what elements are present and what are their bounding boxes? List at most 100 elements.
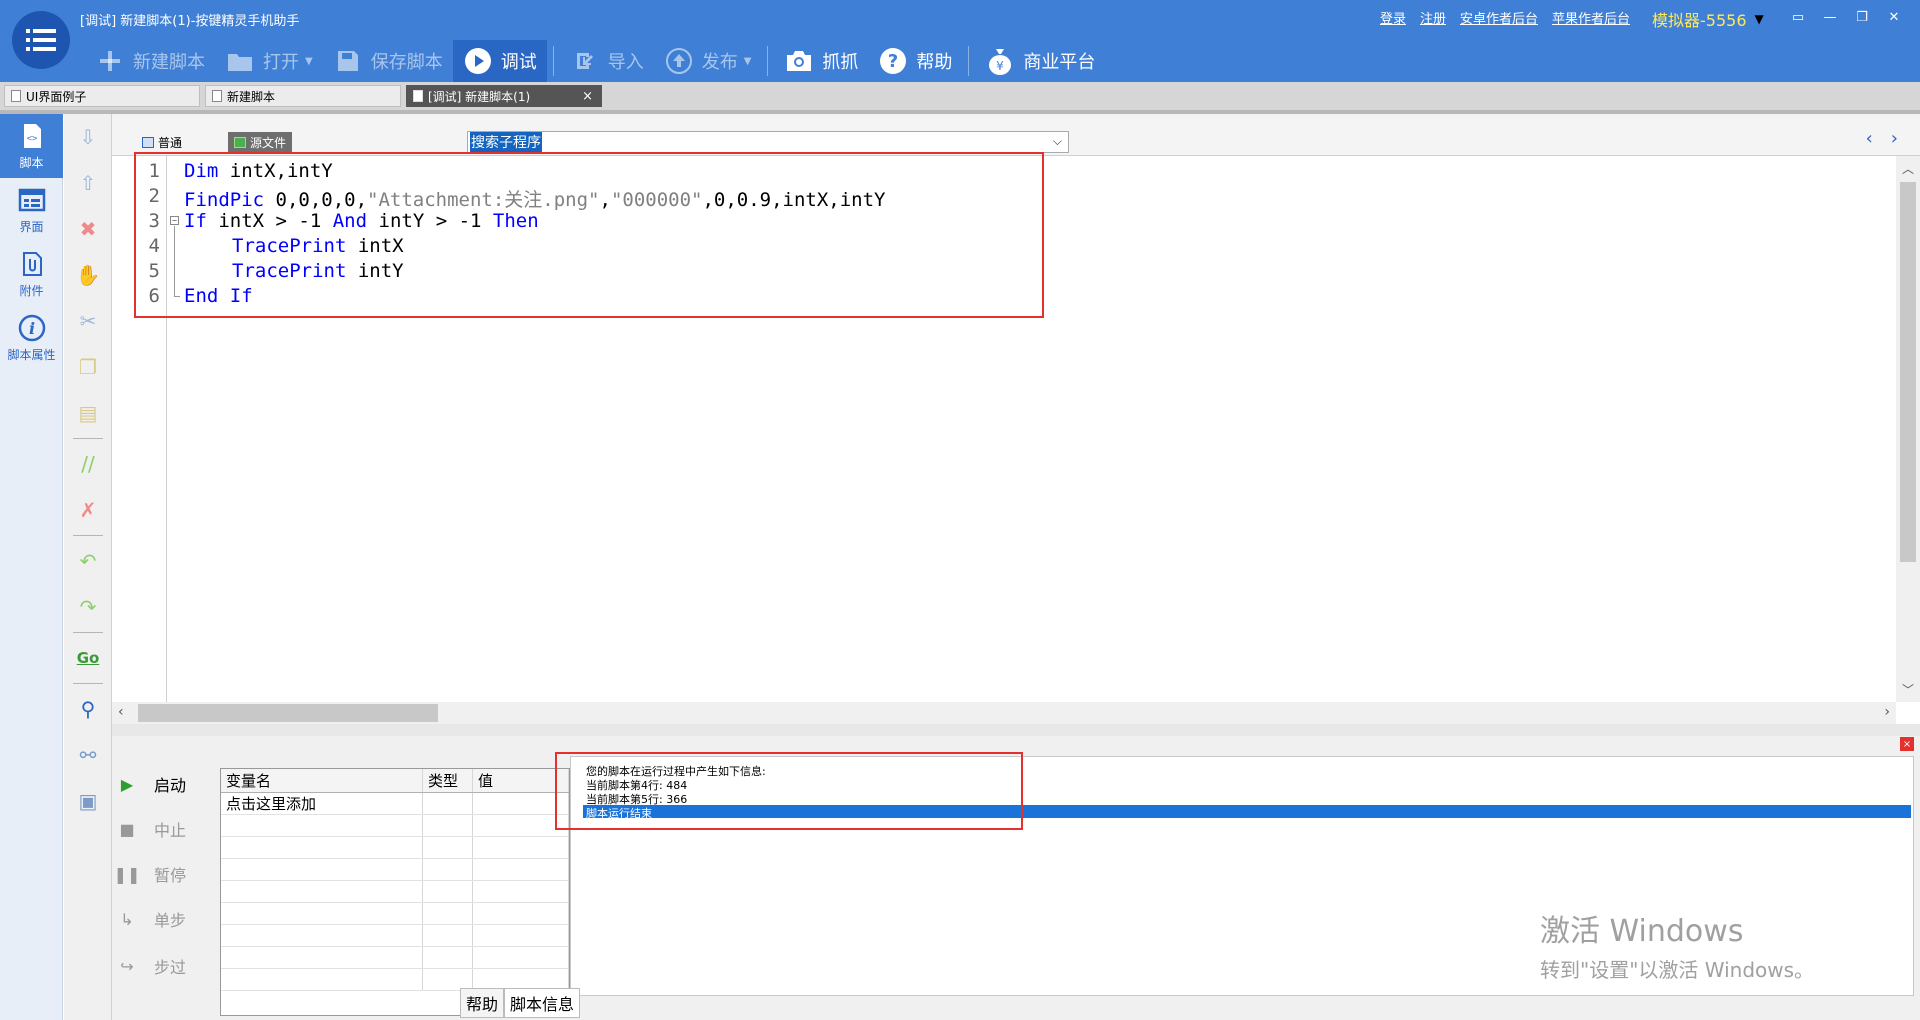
replace-icon[interactable]: ⚯: [64, 732, 112, 778]
apple-author-link[interactable]: 苹果作者后台: [1552, 8, 1630, 27]
publish-button[interactable]: 发布 ▼: [654, 40, 762, 82]
mode-source-tab[interactable]: 源文件: [228, 132, 293, 152]
scroll-right-icon[interactable]: ›: [1884, 704, 1890, 720]
tab-debug-new-script[interactable]: [调试] 新建脚本(1) ×: [406, 85, 602, 107]
mode-source-label: 源文件: [250, 135, 287, 150]
sidebar-item-label: 附件: [19, 283, 44, 298]
cut-icon[interactable]: ✂: [64, 298, 112, 344]
sidebar-item-properties[interactable]: i 脚本属性: [0, 306, 63, 370]
start-button[interactable]: ▶ 启动: [120, 772, 186, 796]
capture-button[interactable]: 抓抓: [774, 40, 868, 82]
close-tab-icon[interactable]: ×: [582, 89, 593, 104]
register-link[interactable]: 注册: [1420, 8, 1446, 27]
login-link[interactable]: 登录: [1380, 8, 1406, 27]
goto-icon[interactable]: Go: [64, 635, 112, 681]
open-label: 打开: [263, 52, 299, 73]
horizontal-scrollbar[interactable]: ‹ ›: [112, 702, 1896, 724]
play-circle-icon: [463, 46, 493, 76]
scroll-thumb[interactable]: [138, 704, 438, 722]
pause-label: 暂停: [154, 866, 187, 885]
help-button[interactable]: ? 帮助: [868, 40, 962, 82]
vertical-scrollbar[interactable]: ︿ ﹀: [1896, 156, 1920, 702]
scroll-down-icon[interactable]: ﹀: [1902, 681, 1914, 698]
mode-normal-tab[interactable]: 普通: [136, 132, 188, 152]
sidebar-item-attachment[interactable]: 附件: [0, 242, 63, 306]
sidebar-item-script[interactable]: <> 脚本: [0, 114, 63, 178]
bookmark-icon[interactable]: ▣: [64, 778, 112, 824]
delete-icon[interactable]: ✖: [64, 206, 112, 252]
tab-script-info[interactable]: 脚本信息: [504, 988, 581, 1018]
monitor-icon: [142, 136, 154, 148]
pause-button[interactable]: ❚❚ 暂停: [114, 862, 187, 886]
sidebar-item-label: 界面: [19, 219, 44, 234]
tab-label: [调试] 新建脚本(1): [428, 89, 531, 104]
panel-splitter[interactable]: [112, 724, 1920, 736]
table-cell: [423, 793, 473, 814]
skin-icon[interactable]: ▭: [1782, 6, 1814, 28]
column-header[interactable]: 类型: [423, 769, 473, 792]
step-over-button[interactable]: ↪ 步过: [120, 954, 186, 978]
chevron-left-icon[interactable]: ‹: [1866, 128, 1873, 149]
tool-separator: [72, 438, 103, 439]
source-file-icon: [234, 136, 246, 148]
tab-new-script[interactable]: 新建脚本: [205, 85, 401, 107]
info-icon: i: [18, 314, 45, 341]
android-author-link[interactable]: 安卓作者后台: [1460, 8, 1538, 27]
folder-icon: [225, 46, 255, 76]
chevron-down-icon: ⌵: [1052, 134, 1062, 148]
tab-help[interactable]: 帮助: [460, 988, 505, 1018]
column-header[interactable]: 变量名: [221, 769, 423, 792]
step-into-icon: ↳: [120, 909, 134, 929]
main-toolbar: 新建脚本 打开 ▼ 保存脚本 调试 导入 发布 ▼ 抓抓 ? 帮助 ¥ 商业平台: [85, 40, 1105, 82]
save-script-button[interactable]: 保存脚本: [323, 40, 453, 82]
chevron-right-icon[interactable]: ›: [1891, 128, 1898, 149]
copy-icon[interactable]: ❐: [64, 344, 112, 390]
find-icon[interactable]: ⚲: [64, 686, 112, 732]
hand-icon[interactable]: ✋: [64, 252, 112, 298]
top-links: 登录 注册 安卓作者后台 苹果作者后台: [1380, 8, 1630, 27]
arrow-up-icon[interactable]: ⇧: [64, 160, 112, 206]
file-icon: [212, 90, 222, 102]
sidebar-item-ui[interactable]: 界面: [0, 178, 63, 242]
uncomment-icon[interactable]: ✗: [64, 487, 112, 533]
add-variable-cell[interactable]: 点击这里添加: [221, 793, 423, 814]
scroll-left-icon[interactable]: ‹: [118, 704, 124, 720]
step-button[interactable]: ↳ 单步: [120, 907, 186, 931]
tool-separator: [72, 535, 103, 536]
toolbar-separator: [968, 46, 970, 76]
publish-icon: [664, 46, 694, 76]
camera-icon: [784, 46, 814, 76]
comment-icon[interactable]: //: [64, 441, 112, 487]
subroutine-search-select[interactable]: 搜索子程序 ⌵: [467, 131, 1069, 153]
stop-button[interactable]: ■ 中止: [119, 817, 186, 841]
business-platform-button[interactable]: ¥ 商业平台: [975, 40, 1105, 82]
arrow-down-icon[interactable]: ⇩: [64, 114, 112, 160]
table-row: [221, 947, 569, 969]
main-menu-button[interactable]: [12, 11, 70, 69]
business-label: 商业平台: [1023, 52, 1096, 73]
debug-button[interactable]: 调试: [452, 40, 547, 82]
sidebar-item-label: 脚本属性: [7, 347, 56, 362]
svg-text:i: i: [28, 319, 34, 338]
editor-tool-column: ⇩ ⇧ ✖ ✋ ✂ ❐ ▤ // ✗ ↶ ↷ Go ⚲ ⚯ ▣: [64, 114, 112, 1020]
undo-icon[interactable]: ↶: [64, 538, 112, 584]
import-button[interactable]: 导入: [560, 40, 654, 82]
file-icon: [11, 90, 21, 102]
minimize-icon[interactable]: —: [1814, 6, 1846, 28]
svg-text:<>: <>: [26, 134, 37, 144]
emulator-selector[interactable]: 模拟器-5556 ▼: [1652, 7, 1764, 31]
paste-icon[interactable]: ▤: [64, 390, 112, 436]
close-icon[interactable]: ✕: [1878, 6, 1910, 28]
toolbar-separator: [552, 46, 554, 76]
close-icon[interactable]: ×: [1900, 737, 1914, 751]
import-label: 导入: [607, 52, 644, 73]
new-script-button[interactable]: 新建脚本: [85, 40, 215, 82]
output-highlight-box: [555, 752, 1023, 830]
open-button[interactable]: 打开 ▼: [215, 40, 323, 82]
tab-ui-example[interactable]: UI界面例子: [4, 85, 200, 107]
redo-icon[interactable]: ↷: [64, 584, 112, 630]
restore-icon[interactable]: ❐: [1846, 6, 1878, 28]
scroll-thumb[interactable]: [1900, 182, 1916, 562]
table-row[interactable]: 点击这里添加: [221, 793, 569, 815]
scroll-up-icon[interactable]: ︿: [1902, 160, 1914, 177]
